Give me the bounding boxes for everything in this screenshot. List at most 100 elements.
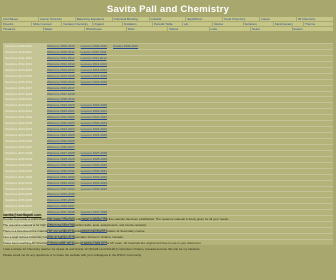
year-links: Welcome 2023-2024 Lessons 2023-2024 [47,127,333,133]
nav-row: Titrations Water Worksheets Tests Videos Labs… [2,27,334,31]
nav-link[interactable]: Solutions [243,22,274,26]
nav-link[interactable]: Thermo [303,22,335,26]
year-link[interactable]: Lessons 2027-2028 [81,151,107,155]
year-link[interactable]: Welcome 2033-2034 [47,187,75,191]
year-link[interactable]: Welcome 2022-2023 [47,121,75,125]
nav-link[interactable]: Oxidation [122,22,153,26]
nav-link[interactable]: Colloids [149,17,187,21]
year-link[interactable]: Lessons 2011-2012 [80,56,106,60]
table-row: Teachers 2010-2011 Welcome 2010-2011 Lesso… [3,48,333,55]
year-link[interactable]: Welcome 2011-2012 [47,56,74,60]
nav-link[interactable]: Labs [209,27,251,31]
year-link[interactable]: Welcome 2032-2033 [47,181,75,185]
top-navigation: Acid Bases Atomic Structure Balancing Equa… [2,17,335,32]
year-link[interactable]: Lessons 2033-2034 [81,187,107,191]
year-link[interactable]: Lessons 2024-2025 [81,133,107,137]
year-link[interactable]: Welcome 2028-2029 [47,157,75,161]
year-link[interactable]: Lessons 2009-2010 [81,44,107,48]
year-link[interactable]: Lessons 2010-2011 [80,50,106,54]
year-link[interactable]: Welcome 2020-2021 [47,109,75,113]
year-label: Teachers 2019-2020 [3,103,47,109]
nav-link[interactable]: Periodic Table [152,22,184,26]
nav-link[interactable]: Balancing Equations [75,17,113,21]
nav-link[interactable]: Atomic Structure [38,17,76,21]
year-link[interactable]: Lessons 2031-2032 [81,175,107,179]
year-link[interactable]: Welcome 2035-2036 [47,198,75,202]
year-link[interactable]: Welcome 2036-2037 [47,204,75,208]
nav-link[interactable]: Videos [168,27,210,31]
nav-link[interactable]: Nuclear Chemistry [62,22,93,26]
nav-link[interactable]: Redox [213,22,244,26]
nav-link[interactable]: Organic [92,22,123,26]
year-link[interactable]: Welcome 2037-2038 [47,210,75,214]
year-link[interactable]: Welcome 2010-2011 [47,50,74,54]
year-link[interactable]: Welcome 2017-2018 [47,92,75,96]
year-links: Welcome 2022-2023 Lessons 2022-2023 [47,121,333,127]
year-link[interactable]: Lessons 2020-2021 [81,109,107,113]
year-link[interactable]: Welcome 2014-2015 [47,74,75,78]
table-row: Teachers 2035-2036 Welcome 2035-2036 [3,197,333,204]
nav-link[interactable]: Water [43,27,85,31]
year-link[interactable]: Welcome 2023-2024 [47,127,75,131]
year-link[interactable]: Lessons 2014-2015 [81,74,107,78]
nav-link[interactable]: Tests [126,27,168,31]
nav-link[interactable]: Mole Concept [32,22,63,26]
year-link[interactable]: Lessons 2037-2038 [81,210,107,214]
nav-link[interactable]: pH [183,22,214,26]
nav-link[interactable]: IB Chemistry [297,17,335,21]
year-link[interactable]: Lessons 2032-2033 [81,181,107,185]
year-link[interactable]: Grades 2009-2010 [113,44,138,48]
year-link[interactable]: Welcome 2034-2035 [47,192,75,196]
year-link[interactable]: Welcome 2029-2030 [47,163,75,167]
table-row: Teachers 2028-2029 Welcome 2028-2029 Lesso… [3,155,333,162]
year-label: Teachers 2021-2022 [3,115,47,121]
year-link[interactable]: Welcome 2025-2026 [47,139,75,143]
year-link[interactable]: Welcome 2019-2020 [47,103,75,107]
year-link[interactable]: Welcome 2031-2032 [47,175,75,179]
contact-email-link[interactable]: savita@savitapall.com [3,213,41,217]
year-link[interactable]: Lessons 2021-2022 [81,115,107,119]
nav-link[interactable]: Acid Bases [2,17,39,21]
year-link[interactable]: Lessons 2015-2016 [81,80,107,84]
nav-link[interactable]: Equilibrium [186,17,224,21]
nav-link[interactable]: Stoichiometry [273,22,304,26]
year-label: Teachers 2012-2013 [3,61,47,67]
year-link[interactable]: Welcome 2016-2017 [47,86,75,90]
year-link[interactable]: Welcome 2012-2013 [47,62,75,66]
year-link[interactable]: Welcome 2009-2010 [47,44,75,48]
table-row: Teachers 2020-2021 Welcome 2020-2021 Lesso… [3,108,333,115]
year-link[interactable]: Welcome 2018-2019 [47,97,75,101]
year-label: Teachers 2010-2011 [3,49,47,55]
year-link[interactable]: Lessons 2013-2014 [81,68,107,72]
table-row: Teachers 2025-2026 Welcome 2025-2026 [3,138,333,144]
nav-link[interactable]: Kinetics [2,22,33,26]
year-link[interactable]: Lessons 2028-2029 [81,157,107,161]
year-link[interactable]: Lessons 2023-2024 [81,127,107,131]
nav-link[interactable]: Titrations [2,27,44,31]
year-link[interactable]: Welcome 2026-2027 [47,145,75,149]
nav-link[interactable]: Exams [292,27,334,31]
year-link[interactable]: Welcome 2013-2014 [47,68,75,72]
table-row: Teachers 2014-2015 Welcome 2014-2015 Lesso… [3,72,333,79]
year-link[interactable]: Lessons 2019-2020 [81,103,107,107]
year-link[interactable]: Welcome 2024-2025 [47,133,75,137]
year-links: Welcome 2015-2016 Lessons 2015-2016 [47,79,333,85]
nav-link[interactable]: Notes [251,27,293,31]
year-link[interactable]: Welcome 2030-2031 [47,169,75,173]
year-link[interactable]: Lessons 2012-2013 [81,62,107,66]
year-label: Teachers 2023-2024 [3,127,47,133]
year-link[interactable]: Lessons 2022-2023 [81,121,107,125]
year-link[interactable]: Lessons 2029-2030 [81,163,107,167]
body-paragraph: I was a Grade 12 Chemistry teacher for G… [3,247,201,251]
intro-paragraphs: In order to provide a world-class high q… [3,218,333,260]
year-link[interactable]: Welcome 2027-2028 [47,151,75,155]
year-link[interactable]: Lessons 2030-2031 [81,169,107,173]
year-links: Welcome 2019-2020 Lessons 2019-2020 [47,103,333,109]
nav-link[interactable]: Gases [260,17,298,21]
nav-link[interactable]: Chemical Bonding [112,17,150,21]
nav-link[interactable]: Food Chemistry [223,17,261,21]
year-link[interactable]: Welcome 2021-2022 [47,115,75,119]
nav-link[interactable]: Worksheets [85,27,127,31]
year-link[interactable]: Welcome 2015-2016 [47,80,75,84]
table-row: Teachers 2034-2035 Welcome 2034-2035 [3,191,333,198]
